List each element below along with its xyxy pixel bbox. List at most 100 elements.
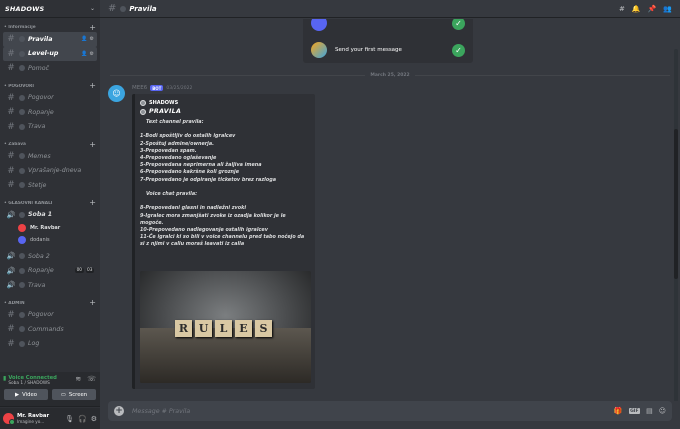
video-label: Video bbox=[22, 391, 37, 398]
channel-emoji-icon bbox=[19, 253, 25, 260]
channel-list: Informacije + # Pravila 👤 ⚙ # Level-up 👤… bbox=[0, 20, 100, 351]
sticker-icon[interactable]: ▤ bbox=[646, 407, 653, 415]
hash-icon: # bbox=[108, 3, 117, 14]
voice-user[interactable]: dodanis bbox=[0, 234, 100, 246]
headphones-icon[interactable]: 🎧 bbox=[78, 415, 87, 423]
gear-icon[interactable]: ⚙ bbox=[91, 415, 97, 423]
category-label: Informacije bbox=[4, 25, 89, 30]
user-limit-badge: 03 bbox=[85, 268, 94, 274]
hash-icon: # bbox=[7, 48, 15, 59]
category-pogovori[interactable]: POGOVORI + bbox=[0, 82, 100, 91]
channel-emoji-icon bbox=[19, 109, 25, 116]
avatar[interactable]: ☺ bbox=[108, 85, 125, 102]
category-glasovni-kanali[interactable]: GLASOVNI KANALI + bbox=[0, 199, 100, 208]
channel-level-up[interactable]: # Level-up 👤 ⚙ bbox=[3, 46, 97, 61]
hash-icon: # bbox=[7, 107, 15, 118]
voice-connected-panel: ▮ Voice Connected Soba 1 / SHADOWS ≋ ☏ ▶… bbox=[0, 372, 100, 407]
avatar[interactable] bbox=[3, 413, 15, 425]
voice-user[interactable]: Mr. Ravbar bbox=[0, 222, 100, 234]
pin-icon[interactable]: 📌 bbox=[648, 5, 657, 13]
bell-icon[interactable]: 🔔 bbox=[632, 5, 641, 13]
speaker-icon: 🔊 bbox=[6, 252, 16, 261]
category-label: POGOVORI bbox=[4, 84, 89, 89]
add-channel-icon[interactable]: + bbox=[89, 140, 96, 149]
channel-emoji-icon bbox=[19, 167, 25, 174]
voice-user-name: Mr. Ravbar bbox=[30, 225, 61, 231]
channel-emoji-icon bbox=[19, 340, 25, 347]
channel-trava[interactable]: # Trava bbox=[3, 120, 97, 135]
checkmark-icon: ✓ bbox=[452, 43, 465, 57]
channel-pogovor[interactable]: # Pogovor bbox=[3, 91, 97, 106]
voice-channel-trava[interactable]: 🔊 Trava bbox=[3, 278, 97, 293]
add-member-icon[interactable]: 👤 bbox=[81, 51, 87, 57]
gift-icon[interactable]: 🎁 bbox=[614, 407, 623, 415]
members-icon[interactable]: 👥 bbox=[663, 5, 672, 13]
channel-name: Memes bbox=[28, 152, 51, 160]
channel-stetje[interactable]: # Štetje bbox=[3, 178, 97, 193]
channel-memes[interactable]: # Memes bbox=[3, 149, 97, 164]
channel-emoji-icon bbox=[19, 50, 25, 57]
channel-emoji-icon bbox=[19, 282, 25, 289]
channel-ropanje[interactable]: # Ropanje bbox=[3, 105, 97, 120]
gif-button[interactable]: GIF bbox=[628, 408, 641, 414]
add-channel-icon[interactable]: + bbox=[89, 199, 96, 207]
category-admin[interactable]: ADMIN + bbox=[0, 299, 100, 308]
disconnect-icon[interactable]: ☏ bbox=[87, 375, 96, 383]
screen-share-button[interactable]: ▭ Screen bbox=[52, 389, 96, 400]
channel-commands[interactable]: # Commands bbox=[3, 322, 97, 337]
emoji-icon[interactable]: ☺ bbox=[659, 407, 666, 415]
voice-channel-soba-2[interactable]: 🔊 Soba 2 bbox=[3, 249, 97, 264]
channel-name: Vprašanje-dneva bbox=[28, 167, 82, 175]
channel-admin-pogovor[interactable]: # Pogovor bbox=[3, 308, 97, 323]
chevron-down-icon: ⌄ bbox=[89, 5, 95, 12]
welcome-row[interactable]: Send your first message ✓ bbox=[303, 38, 473, 62]
threads-icon[interactable]: # bbox=[619, 5, 625, 13]
add-channel-icon[interactable]: + bbox=[89, 82, 96, 90]
voice-channel-soba-1[interactable]: 🔊 Soba 1 bbox=[3, 208, 97, 223]
hash-icon: # bbox=[7, 180, 15, 191]
welcome-row[interactable]: ✓ bbox=[303, 19, 473, 35]
video-button[interactable]: ▶ Video bbox=[4, 389, 48, 400]
letter-tile: E bbox=[235, 320, 252, 337]
embed-line: 1-Bodi spoštljiv do ostalih igralcev bbox=[140, 133, 236, 140]
channel-pravila[interactable]: # Pravila 👤 ⚙ bbox=[3, 32, 97, 47]
hash-icon: # bbox=[7, 324, 15, 335]
add-channel-icon[interactable]: + bbox=[89, 299, 96, 307]
noise-suppression-icon[interactable]: ≋ bbox=[75, 375, 81, 383]
signal-icon[interactable]: ▮ bbox=[3, 375, 6, 382]
channel-emoji-icon bbox=[19, 311, 25, 318]
guild-name: SHADOWS bbox=[5, 4, 45, 13]
voice-channel-ropanje[interactable]: 🔊 Ropanje 00 03 bbox=[3, 264, 97, 279]
channel-emoji-icon bbox=[120, 5, 127, 12]
message-composer[interactable]: + Message # Pravila 🎁 GIF ▤ ☺ bbox=[108, 401, 672, 421]
add-channel-icon[interactable]: + bbox=[89, 23, 96, 32]
message-input[interactable]: Message # Pravila bbox=[132, 408, 614, 415]
speaker-icon: 🔊 bbox=[6, 210, 16, 219]
scrollbar-thumb[interactable] bbox=[674, 129, 678, 279]
embed-line: Text channel pravila: bbox=[146, 119, 204, 125]
gear-icon[interactable]: ⚙ bbox=[90, 51, 94, 57]
bot-badge: BOT bbox=[150, 85, 164, 91]
embed-title-row: PRAVILA bbox=[140, 107, 310, 116]
channel-vprasanje-dneva[interactable]: # Vprašanje-dneva bbox=[3, 164, 97, 179]
message-author[interactable]: MEE6 bbox=[132, 85, 147, 91]
hash-icon: # bbox=[7, 165, 15, 176]
checkmark-icon: ✓ bbox=[452, 19, 465, 30]
embed-line: si z njimi v callu moraš leavati iz call… bbox=[140, 241, 245, 248]
embed-line: Voice chat pravila: bbox=[146, 191, 198, 197]
channel-pomoc[interactable]: # Pomoč bbox=[3, 61, 97, 76]
attach-icon[interactable]: + bbox=[114, 406, 124, 416]
date-divider: March 25, 2022 bbox=[110, 71, 671, 79]
category-zabava[interactable]: Zabava + bbox=[0, 140, 100, 149]
category-informacije[interactable]: Informacije + bbox=[0, 23, 100, 32]
guild-header[interactable]: SHADOWS ⌄ bbox=[0, 0, 100, 18]
category-label: Zabava bbox=[4, 142, 89, 147]
microphone-icon[interactable]: 🎙 bbox=[65, 415, 74, 423]
channel-name: Commands bbox=[28, 325, 64, 333]
gear-icon[interactable]: ⚙ bbox=[90, 36, 94, 42]
add-member-icon[interactable]: 👤 bbox=[81, 36, 87, 42]
channel-log[interactable]: # Log bbox=[3, 337, 97, 352]
channel-title: Pravila bbox=[129, 4, 157, 13]
embed-image[interactable]: RULES bbox=[140, 271, 311, 383]
embed-line: 8-Prepovedani glasni in nadležni zvoki bbox=[140, 205, 247, 212]
